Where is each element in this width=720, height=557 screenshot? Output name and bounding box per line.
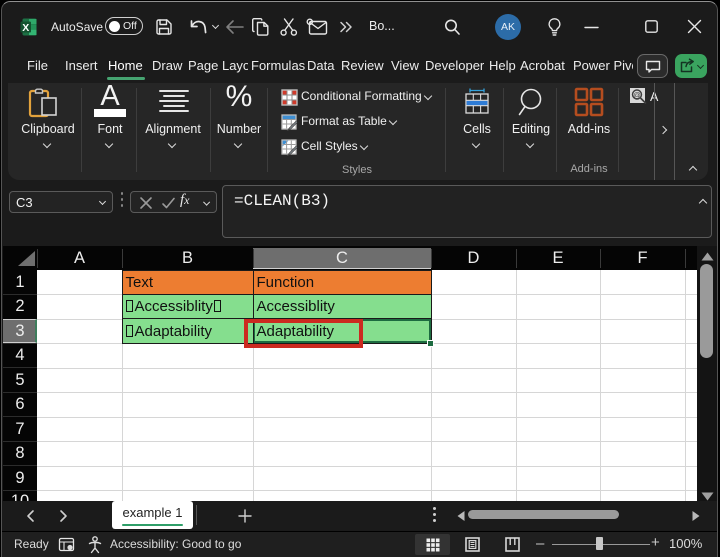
svg-text:@: @: [633, 91, 641, 100]
svg-text:X: X: [22, 22, 29, 34]
